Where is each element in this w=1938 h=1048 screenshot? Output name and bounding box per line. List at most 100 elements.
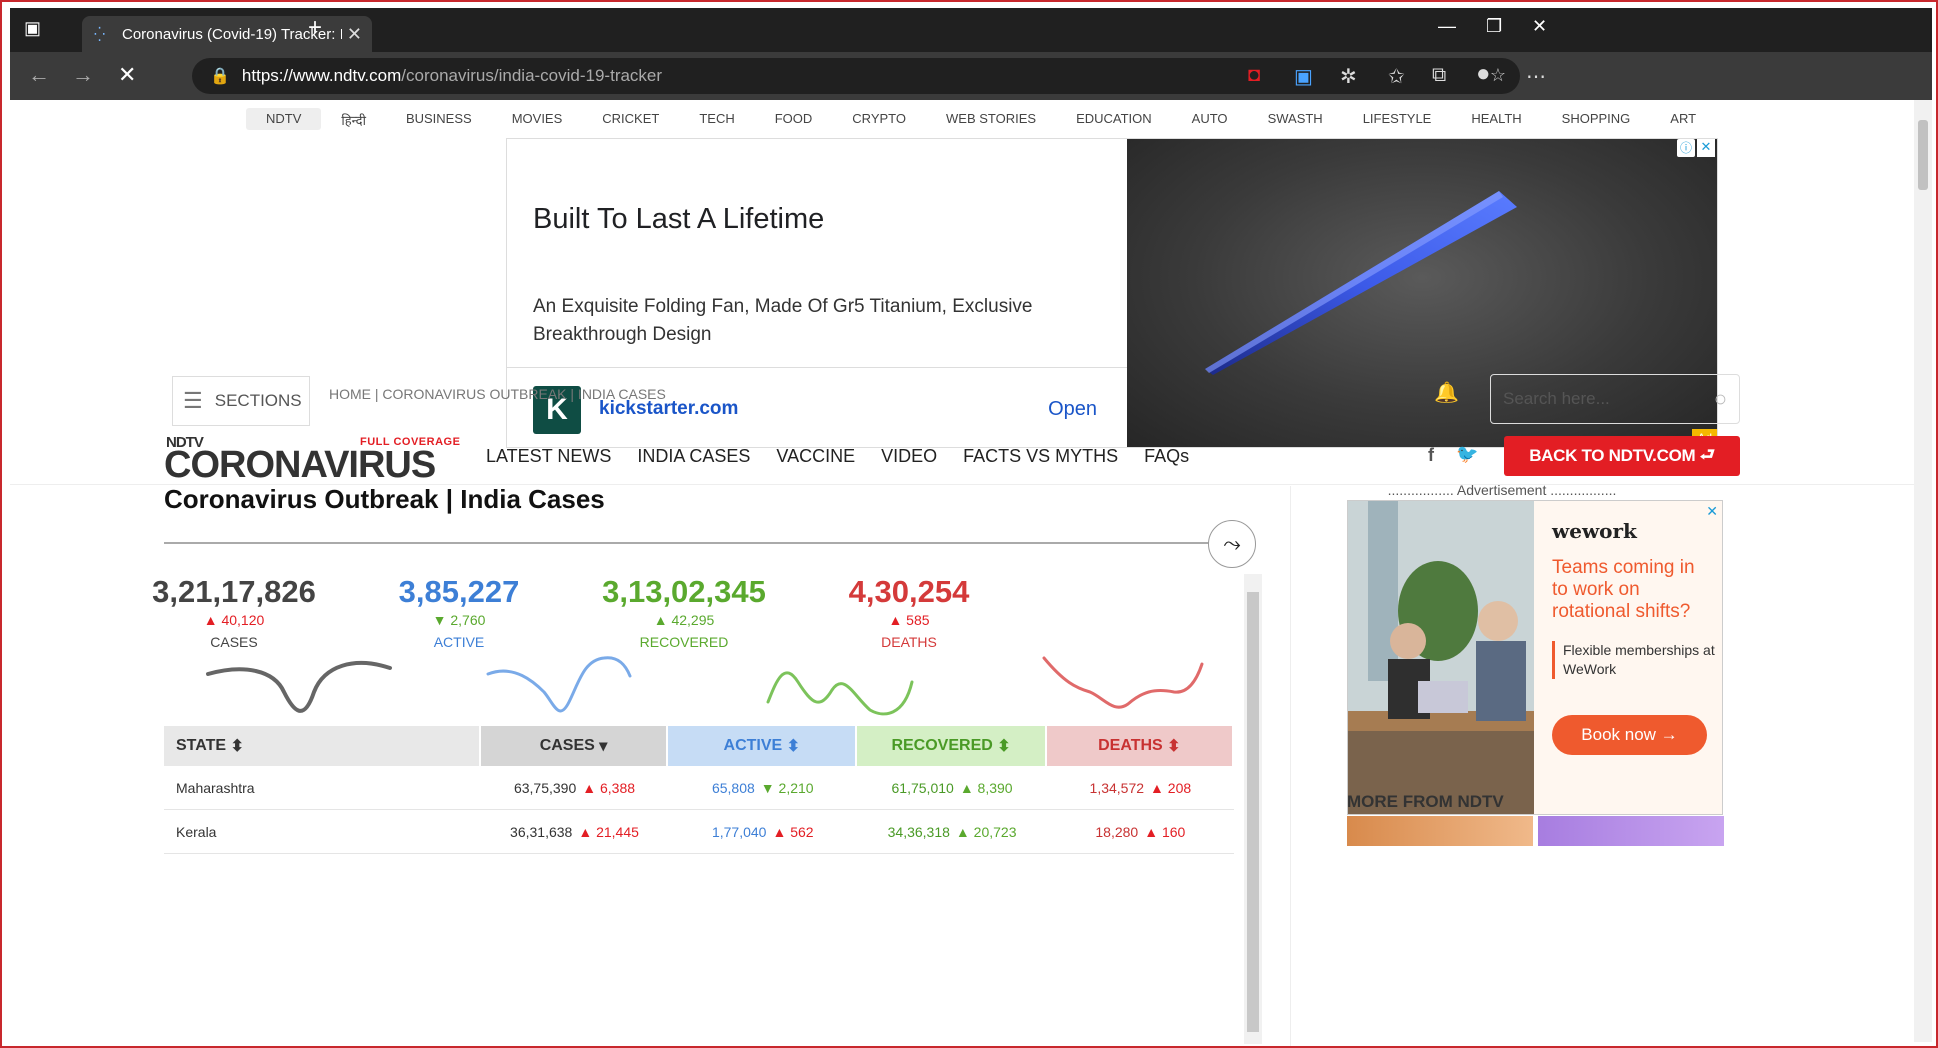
- facebook-icon[interactable]: f: [1428, 445, 1434, 466]
- topnav-item[interactable]: BUSINESS: [386, 108, 492, 130]
- minimize-icon[interactable]: —: [1438, 16, 1456, 37]
- more-thumbnail-1[interactable]: [1347, 816, 1533, 846]
- cell-text: 36,31,638: [510, 823, 573, 840]
- table-scrollbar-thumb[interactable]: [1247, 592, 1259, 1032]
- new-tab-icon[interactable]: +: [308, 14, 322, 42]
- table-header: STATE ⬍ CASES ▾ ACTIVE ⬍ RECOVERED ⬍ DEA…: [164, 726, 1234, 766]
- search-placeholder: Search here...: [1503, 389, 1610, 408]
- cell-text: ▼ 2,210: [760, 779, 814, 796]
- window-frame: ▣ ⁛ Coronavirus (Covid-19) Tracker: I ✕ …: [0, 0, 1938, 1048]
- cell-text: ▲ 208: [1150, 779, 1192, 796]
- table-row[interactable]: Kerala 36,31,638 ▲ 21,445 1,77,040 ▲ 562 34,3…: [164, 810, 1234, 854]
- share-button[interactable]: ⤳: [1208, 520, 1256, 568]
- cell-text: 61,75,010: [891, 779, 954, 796]
- th-state[interactable]: STATE ⬍: [164, 726, 481, 766]
- table-cell: 36,31,638 ▲ 21,445: [481, 824, 668, 840]
- topnav-item[interactable]: HEALTH: [1451, 108, 1541, 130]
- page-scrollbar-thumb[interactable]: [1918, 120, 1928, 190]
- topnav-item[interactable]: CRYPTO: [832, 108, 926, 130]
- back-icon[interactable]: ←: [28, 62, 50, 88]
- twitter-icon[interactable]: 🐦: [1456, 444, 1478, 465]
- wework-ad[interactable]: wework Teams coming in to work on rotati…: [1347, 500, 1723, 815]
- wework-book-button[interactable]: Book now →: [1552, 715, 1707, 755]
- ad-info-icon[interactable]: ⓘ: [1677, 139, 1695, 157]
- mainnav-item[interactable]: VIDEO: [881, 446, 937, 467]
- extensions-puzzle-icon[interactable]: ✲: [1340, 64, 1357, 89]
- page-scrollbar[interactable]: [1914, 100, 1932, 1042]
- ad-open-button[interactable]: Open: [1048, 398, 1097, 421]
- topnav-item[interactable]: LIFESTYLE: [1343, 108, 1452, 130]
- sections-button[interactable]: ☰ SECTIONS: [172, 376, 310, 426]
- mainnav-item[interactable]: VACCINE: [776, 446, 855, 467]
- topnav-item[interactable]: WEB STORIES: [926, 108, 1056, 130]
- topnav-item[interactable]: CRICKET: [582, 108, 679, 130]
- cell-text: 63,75,390: [513, 779, 577, 796]
- browser-tab[interactable]: ⁛ Coronavirus (Covid-19) Tracker: I ✕: [82, 16, 372, 52]
- stat-label: DEATHS: [881, 634, 937, 650]
- cell-text: ▲ 160: [1144, 823, 1186, 840]
- table-cell: 61,75,010 ▲ 8,390: [857, 780, 1046, 796]
- table-row[interactable]: Maharashtra 63,75,390 ▲ 6,388 65,808 ▼ 2,210…: [164, 766, 1234, 810]
- topnav-item[interactable]: SHOPPING: [1542, 108, 1651, 130]
- tab-actions-icon[interactable]: ▣: [24, 18, 41, 39]
- search-input[interactable]: Search here... ○: [1490, 374, 1740, 424]
- wework-close-icon[interactable]: ✕: [1706, 503, 1718, 520]
- back-button-label: BACK TO NDTV.COM: [1529, 446, 1696, 465]
- search-icon[interactable]: ○: [1714, 386, 1727, 412]
- mainnav-item[interactable]: INDIA CASES: [637, 446, 750, 467]
- sections-label: SECTIONS: [214, 391, 302, 410]
- profile-avatar-icon[interactable]: ●: [1476, 60, 1491, 88]
- topnav-item[interactable]: AUTO: [1172, 108, 1248, 130]
- more-menu-icon[interactable]: ⋯: [1526, 64, 1546, 89]
- mainnav-item[interactable]: FACTS VS MYTHS: [963, 446, 1118, 467]
- close-tab-icon[interactable]: ✕: [347, 24, 362, 45]
- table-cell: 1,34,572 ▲ 208: [1047, 780, 1234, 796]
- close-window-icon[interactable]: ✕: [1532, 16, 1547, 37]
- mainnav-item[interactable]: FAQs: [1144, 446, 1189, 467]
- topnav-item[interactable]: NDTV: [246, 108, 322, 130]
- extension-ui-icon[interactable]: ▣: [1294, 64, 1313, 89]
- title-bar: ▣ ⁛ Coronavirus (Covid-19) Tracker: I ✕ …: [10, 8, 1932, 52]
- th-recovered[interactable]: RECOVERED ⬍: [857, 726, 1047, 766]
- favorite-star-icon[interactable]: ☆: [1490, 65, 1506, 86]
- stop-loading-icon[interactable]: ✕: [118, 62, 136, 88]
- coronavirus-logo[interactable]: NDTV FULL COVERAGE CORONAVIRUS: [164, 432, 464, 488]
- extension-pocket-icon[interactable]: ◘: [1248, 64, 1260, 87]
- topnav-item[interactable]: हिन्दी: [321, 108, 386, 130]
- more-thumbnail-2[interactable]: [1538, 816, 1724, 846]
- mainnav-item[interactable]: LATEST NEWS: [486, 446, 611, 467]
- column-divider: [1290, 486, 1291, 1046]
- topnav-item[interactable]: SWASTH: [1248, 108, 1343, 130]
- cell-text: ▲ 562: [772, 823, 814, 840]
- th-active[interactable]: ACTIVE ⬍: [668, 726, 858, 766]
- cases-sparkline: [206, 660, 392, 713]
- topnav-item[interactable]: TECH: [679, 108, 754, 130]
- ad-close-icon[interactable]: ✕: [1697, 139, 1715, 157]
- th-deaths[interactable]: DEATHS ⬍: [1046, 726, 1234, 766]
- topnav-item[interactable]: ART: [1650, 108, 1716, 130]
- back-to-ndtv-button[interactable]: BACK TO NDTV.COM ⮐: [1504, 436, 1740, 476]
- favorites-icon[interactable]: ✩: [1388, 64, 1405, 89]
- th-recovered-label: RECOVERED: [891, 737, 993, 754]
- active-sparkline: [486, 656, 632, 713]
- restore-icon[interactable]: ❐: [1486, 16, 1502, 37]
- topnav-item[interactable]: EDUCATION: [1056, 108, 1172, 130]
- logo-main: CORONAVIRUS: [164, 444, 436, 486]
- table-scrollbar[interactable]: [1244, 574, 1262, 1044]
- top-category-nav: NDTV हिन्दी BUSINESS MOVIES CRICKET TECH FOOD C…: [246, 108, 1716, 130]
- topnav-item[interactable]: MOVIES: [492, 108, 583, 130]
- cell-text: ▲ 8,390: [959, 779, 1013, 796]
- collections-icon[interactable]: ⧉: [1432, 64, 1446, 87]
- loading-icon: ⁛: [94, 26, 106, 42]
- ad-headline[interactable]: Built To Last A Lifetime: [533, 203, 824, 236]
- table-cell: Kerala: [164, 824, 481, 840]
- lock-icon[interactable]: 🔒: [210, 66, 230, 86]
- forward-icon[interactable]: →: [72, 62, 94, 88]
- wework-people-image: [1348, 501, 1534, 814]
- th-cases[interactable]: CASES ▾: [480, 726, 669, 766]
- url-field[interactable]: 🔒 https://www.ndtv.com/coronavirus/india…: [192, 58, 1520, 94]
- breadcrumb[interactable]: HOME | CORONAVIRUS OUTBREAK | INDIA CASE…: [329, 386, 666, 402]
- notification-bell-icon[interactable]: 🔔: [1434, 380, 1459, 405]
- topnav-item[interactable]: FOOD: [755, 108, 833, 130]
- cell-text: ▲ 6,388: [582, 779, 636, 796]
